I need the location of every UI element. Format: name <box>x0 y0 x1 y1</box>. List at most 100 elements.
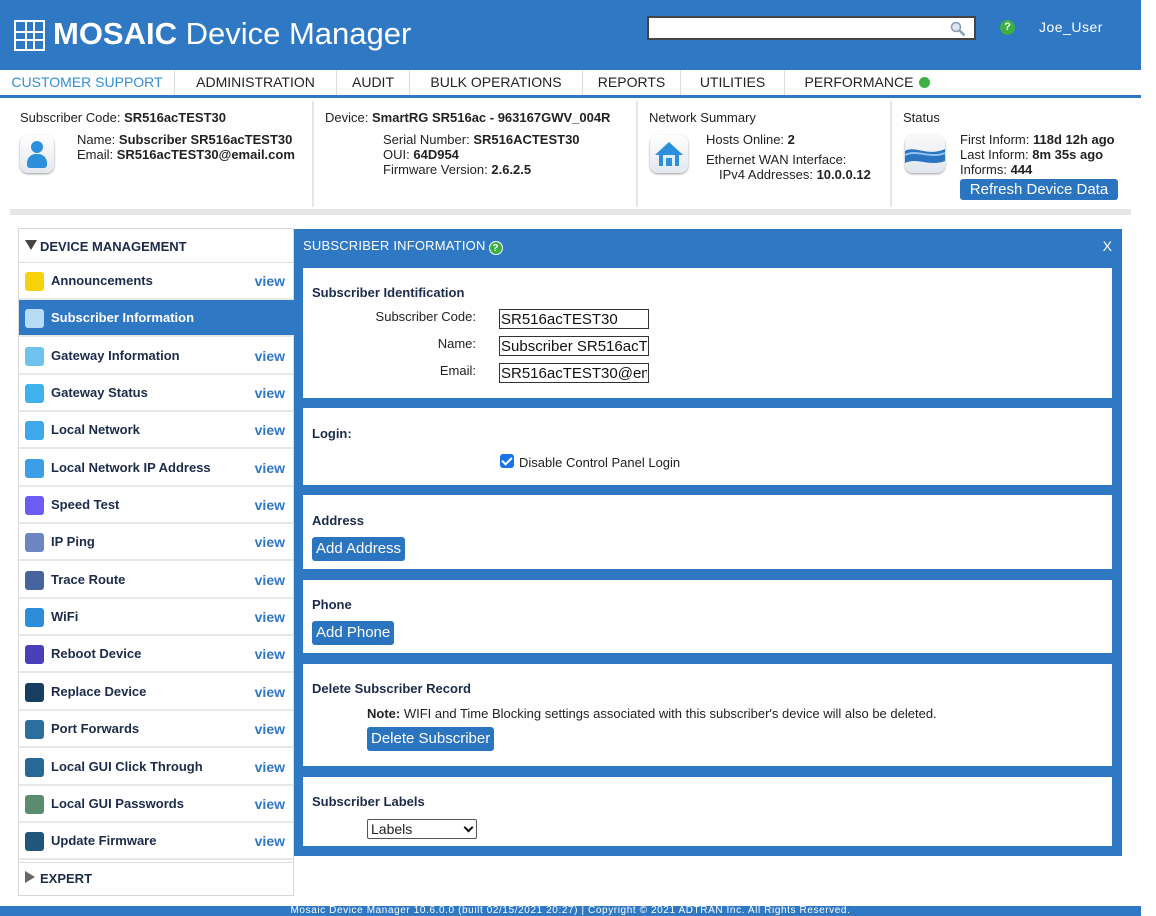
close-panel-button[interactable]: X <box>1103 238 1112 254</box>
sidebar-item-label: WiFi <box>51 609 79 624</box>
device-model: Device: SmartRG SR516ac - 963167GWV_004R <box>325 110 611 125</box>
view-link[interactable]: view <box>255 572 285 588</box>
sidebar-item-local-network[interactable]: Local Network view <box>19 412 293 449</box>
house-icon <box>650 135 688 173</box>
nav-bulk-operations[interactable]: BULK OPERATIONS <box>410 70 583 95</box>
view-link[interactable]: view <box>255 684 285 700</box>
wan-interface: Ethernet WAN Interface: <box>706 152 847 167</box>
user-menu[interactable]: Joe_User <box>1039 19 1103 35</box>
port-forwards-icon <box>25 720 44 739</box>
sidebar-item-port-forwards[interactable]: Port Forwards view <box>19 711 293 748</box>
nav-customer-support[interactable]: CUSTOMER SUPPORT <box>0 70 175 95</box>
search-input[interactable] <box>647 16 976 40</box>
phone-card: Phone Add Phone <box>303 580 1112 653</box>
nav-administration[interactable]: ADMINISTRATION <box>175 70 337 95</box>
sidebar-item-local-gui-click-through[interactable]: Local GUI Click Through view <box>19 749 293 786</box>
ipv4-addresses: IPv4 Addresses: 10.0.0.12 <box>719 167 871 182</box>
search-icon[interactable] <box>950 21 966 37</box>
view-link[interactable]: view <box>255 385 285 401</box>
sidebar-item-label: Local GUI Passwords <box>51 796 184 811</box>
device-info-bar: Subscriber Code: SR516acTEST30 Name: Sub… <box>10 101 1131 215</box>
device-management-header[interactable]: DEVICE MANAGEMENT <box>19 229 293 263</box>
sidebar-item-label: Replace Device <box>51 684 147 699</box>
card-title: Login: <box>312 426 352 441</box>
help-icon[interactable]: ? <box>1000 20 1015 35</box>
speed-test-icon <box>25 496 44 515</box>
view-link[interactable]: view <box>255 460 285 476</box>
delete-subscriber-card: Delete Subscriber Record Note: WIFI and … <box>303 664 1112 766</box>
sidebar-item-label: Gateway Information <box>51 348 180 363</box>
nav-audit[interactable]: AUDIT <box>337 70 410 95</box>
sidebar-item-reboot-device[interactable]: Reboot Device view <box>19 636 293 673</box>
subscriber-information-panel: SUBSCRIBER INFORMATION? X Subscriber Ide… <box>294 229 1122 856</box>
device-management-sidebar: DEVICE MANAGEMENT Announcements view Subsc… <box>18 228 295 896</box>
add-address-button[interactable]: Add Address <box>312 537 406 561</box>
view-link[interactable]: view <box>255 273 285 289</box>
delete-subscriber-button[interactable]: Delete Subscriber <box>367 727 495 751</box>
sidebar-item-label: Speed Test <box>51 497 120 512</box>
sidebar-item-announcements[interactable]: Announcements view <box>19 263 293 300</box>
view-link[interactable]: view <box>255 497 285 513</box>
mosaic-logo-icon <box>14 20 45 51</box>
sidebar-item-local-gui-passwords[interactable]: Local GUI Passwords view <box>19 786 293 823</box>
gateway-information-icon <box>25 347 44 366</box>
hosts-online: Hosts Online: 2 <box>706 132 795 147</box>
local-gui-passwords-icon <box>25 795 44 814</box>
chevron-down-icon <box>463 822 474 833</box>
nav-utilities[interactable]: UTILITIES <box>681 70 785 95</box>
nav-reports[interactable]: REPORTS <box>583 70 681 95</box>
email-field[interactable] <box>499 363 649 383</box>
name-field[interactable] <box>499 336 649 356</box>
labels-select[interactable]: Labels <box>367 819 477 839</box>
expert-section-header[interactable]: EXPERT <box>19 862 293 896</box>
view-link[interactable]: view <box>255 348 285 364</box>
subscriber-code-label: Subscriber Code: <box>375 309 476 324</box>
help-icon[interactable]: ? <box>488 241 503 255</box>
view-link[interactable]: view <box>255 796 285 812</box>
sidebar-item-label: Reboot Device <box>51 646 142 661</box>
address-card: Address Add Address <box>303 495 1112 569</box>
card-title: Delete Subscriber Record <box>312 681 471 696</box>
sidebar-item-subscriber-information[interactable]: Subscriber Information <box>19 300 295 337</box>
subscriber-identification-card: Subscriber Identification Subscriber Cod… <box>303 268 1112 398</box>
card-title: Subscriber Identification <box>312 285 465 300</box>
card-title: Phone <box>312 597 352 612</box>
footer: Mosaic Device Manager 10.6.0.0 (built 02… <box>0 906 1141 916</box>
refresh-device-data-button[interactable]: Refresh Device Data <box>960 179 1118 200</box>
sidebar-item-local-network-ip-address[interactable]: Local Network IP Address view <box>19 450 293 487</box>
reboot-device-icon <box>25 645 44 664</box>
sidebar-item-replace-device[interactable]: Replace Device view <box>19 674 293 711</box>
view-link[interactable]: view <box>255 646 285 662</box>
ip-ping-icon <box>25 533 44 552</box>
view-link[interactable]: view <box>255 759 285 775</box>
add-phone-button[interactable]: Add Phone <box>312 621 395 645</box>
view-link[interactable]: view <box>255 721 285 737</box>
sidebar-item-label: Port Forwards <box>51 721 140 736</box>
sidebar-item-label: Local Network IP Address <box>51 460 211 475</box>
email-label: Email: <box>439 363 476 378</box>
sidebar-item-label: Subscriber Information <box>51 310 195 325</box>
disable-login-checkbox[interactable] <box>500 454 514 468</box>
subscriber-code: Subscriber Code: SR516acTEST30 <box>20 110 226 125</box>
sidebar-item-wifi[interactable]: WiFi view <box>19 599 293 636</box>
gateway-status-icon <box>25 384 44 403</box>
sidebar-item-gateway-information[interactable]: Gateway Information view <box>19 338 293 375</box>
delete-note: Note: WIFI and Time Blocking settings as… <box>367 706 937 721</box>
sidebar-item-gateway-status[interactable]: Gateway Status view <box>19 375 293 412</box>
sidebar-item-ip-ping[interactable]: IP Ping view <box>19 524 293 561</box>
view-link[interactable]: view <box>255 609 285 625</box>
informs-count: Informs: 444 <box>960 162 1033 177</box>
network-summary-title: Network Summary <box>649 110 756 125</box>
local-network-ip-address-icon <box>25 459 44 478</box>
view-link[interactable]: view <box>255 422 285 438</box>
sidebar-item-speed-test[interactable]: Speed Test view <box>19 487 293 524</box>
sidebar-item-label: Gateway Status <box>51 385 148 400</box>
nav-performance[interactable]: PERFORMANCE <box>785 70 950 95</box>
view-link[interactable]: view <box>255 534 285 550</box>
subscriber-code-field[interactable] <box>499 309 649 329</box>
sidebar-item-update-firmware[interactable]: Update Firmware view <box>19 823 293 860</box>
divider <box>636 101 638 207</box>
subscriber-name: Name: Subscriber SR516acTEST30 <box>77 132 293 147</box>
view-link[interactable]: view <box>255 833 285 849</box>
sidebar-item-trace-route[interactable]: Trace Route view <box>19 562 293 599</box>
